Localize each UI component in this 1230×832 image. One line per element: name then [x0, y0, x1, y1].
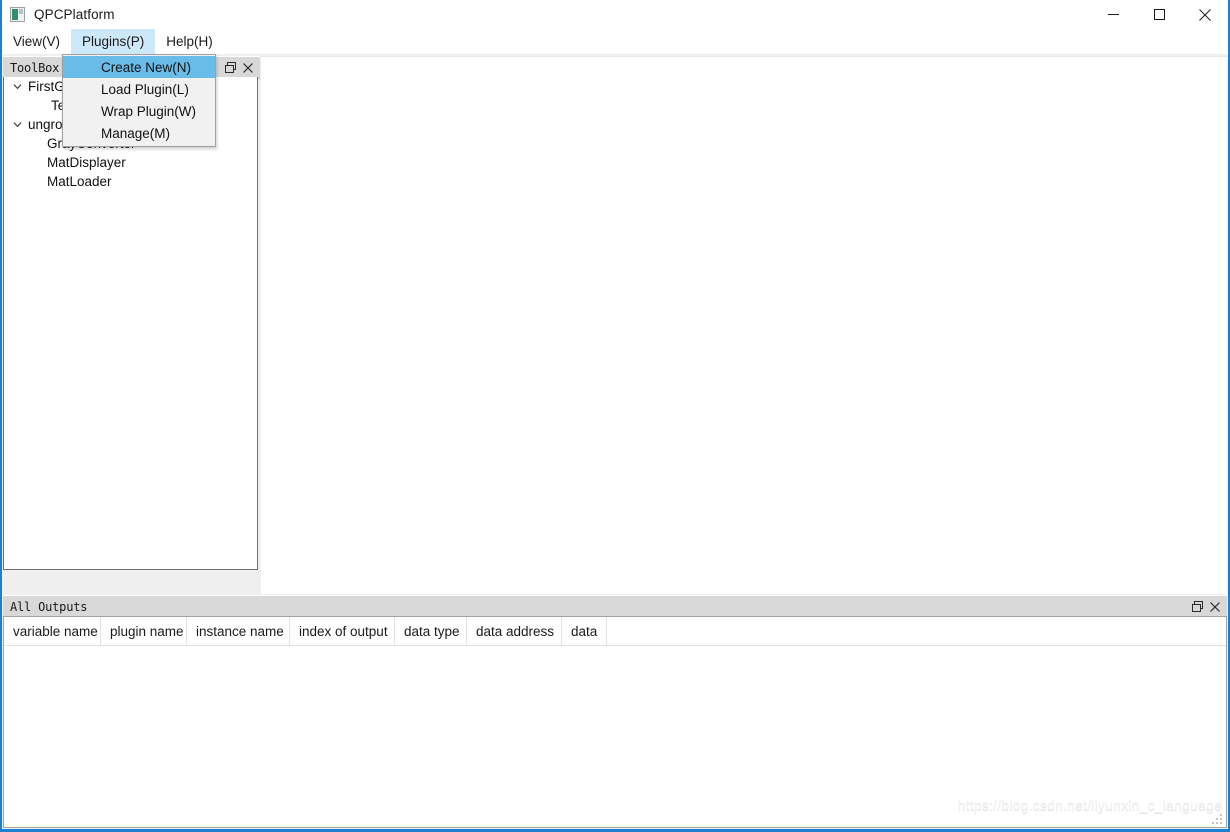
- application-window: QPCPlatform View(V) Plugins(P) Help(H) T…: [0, 0, 1230, 832]
- outputs-title-bar: All Outputs: [3, 595, 1227, 618]
- column-header-data-type[interactable]: data type: [395, 617, 467, 645]
- chevron-down-icon[interactable]: [8, 82, 27, 91]
- toolbox-title-buttons: [225, 62, 253, 73]
- float-panel-icon: [1192, 601, 1203, 612]
- app-window-icon: [10, 7, 25, 22]
- menu-item-create-new[interactable]: Create New(N): [63, 56, 215, 78]
- outputs-table-header: variable name plugin name instance name …: [4, 617, 1226, 646]
- column-header-data-address[interactable]: data address: [467, 617, 562, 645]
- plugins-dropdown-menu: Create New(N) Load Plugin(L) Wrap Plugin…: [62, 54, 216, 147]
- maximize-button[interactable]: [1136, 0, 1182, 29]
- outputs-title-buttons: [1192, 601, 1220, 612]
- tree-item-label: MatDisplayer: [47, 155, 126, 170]
- central-workspace-canvas[interactable]: [261, 56, 1227, 594]
- column-header-index-of-output[interactable]: index of output: [290, 617, 395, 645]
- toolbox-float-button[interactable]: [225, 62, 236, 73]
- close-panel-icon: [243, 62, 253, 73]
- close-panel-icon: [1210, 601, 1220, 612]
- column-header-variable-name[interactable]: variable name: [4, 617, 101, 645]
- menu-plugins[interactable]: Plugins(P): [71, 29, 156, 54]
- menu-item-wrap-plugin[interactable]: Wrap Plugin(W): [63, 100, 215, 122]
- tree-item-label: ungro: [28, 117, 63, 132]
- menu-bar: View(V) Plugins(P) Help(H): [2, 29, 1228, 54]
- all-outputs-dock-panel: All Outputs variable name plugin name in…: [3, 595, 1227, 828]
- outputs-table-body[interactable]: [4, 646, 1226, 827]
- resize-grip-icon[interactable]: [1212, 814, 1223, 825]
- outputs-title: All Outputs: [10, 599, 88, 614]
- menu-help[interactable]: Help(H): [155, 29, 224, 54]
- window-title: QPCPlatform: [34, 7, 115, 22]
- outputs-float-button[interactable]: [1192, 601, 1203, 612]
- toolbox-close-button[interactable]: [243, 62, 253, 73]
- window-controls: [1090, 0, 1228, 29]
- close-icon: [1199, 8, 1211, 21]
- tree-item-plugin[interactable]: MatDisplayer: [4, 153, 257, 172]
- tree-item-label: MatLoader: [47, 174, 112, 189]
- maximize-icon: [1153, 9, 1165, 20]
- menu-item-manage[interactable]: Manage(M): [63, 122, 215, 144]
- menu-item-load-plugin[interactable]: Load Plugin(L): [63, 78, 215, 100]
- menu-view[interactable]: View(V): [2, 29, 71, 54]
- float-panel-icon: [225, 62, 236, 73]
- column-header-data[interactable]: data: [562, 617, 607, 645]
- close-button[interactable]: [1182, 0, 1228, 29]
- column-header-instance-name[interactable]: instance name: [187, 617, 290, 645]
- toolbox-tree[interactable]: FirstGr Te ungro GrayConverter MatDispla…: [3, 77, 258, 570]
- column-header-plugin-name[interactable]: plugin name: [101, 617, 187, 645]
- outputs-close-button[interactable]: [1210, 601, 1220, 612]
- title-bar: QPCPlatform: [2, 0, 1228, 29]
- outputs-table[interactable]: variable name plugin name instance name …: [3, 616, 1227, 828]
- minimize-icon: [1107, 14, 1119, 15]
- tree-item-plugin[interactable]: MatLoader: [4, 172, 257, 191]
- minimize-button[interactable]: [1090, 0, 1136, 29]
- chevron-down-icon[interactable]: [8, 120, 27, 129]
- toolbox-title: ToolBox: [10, 60, 60, 75]
